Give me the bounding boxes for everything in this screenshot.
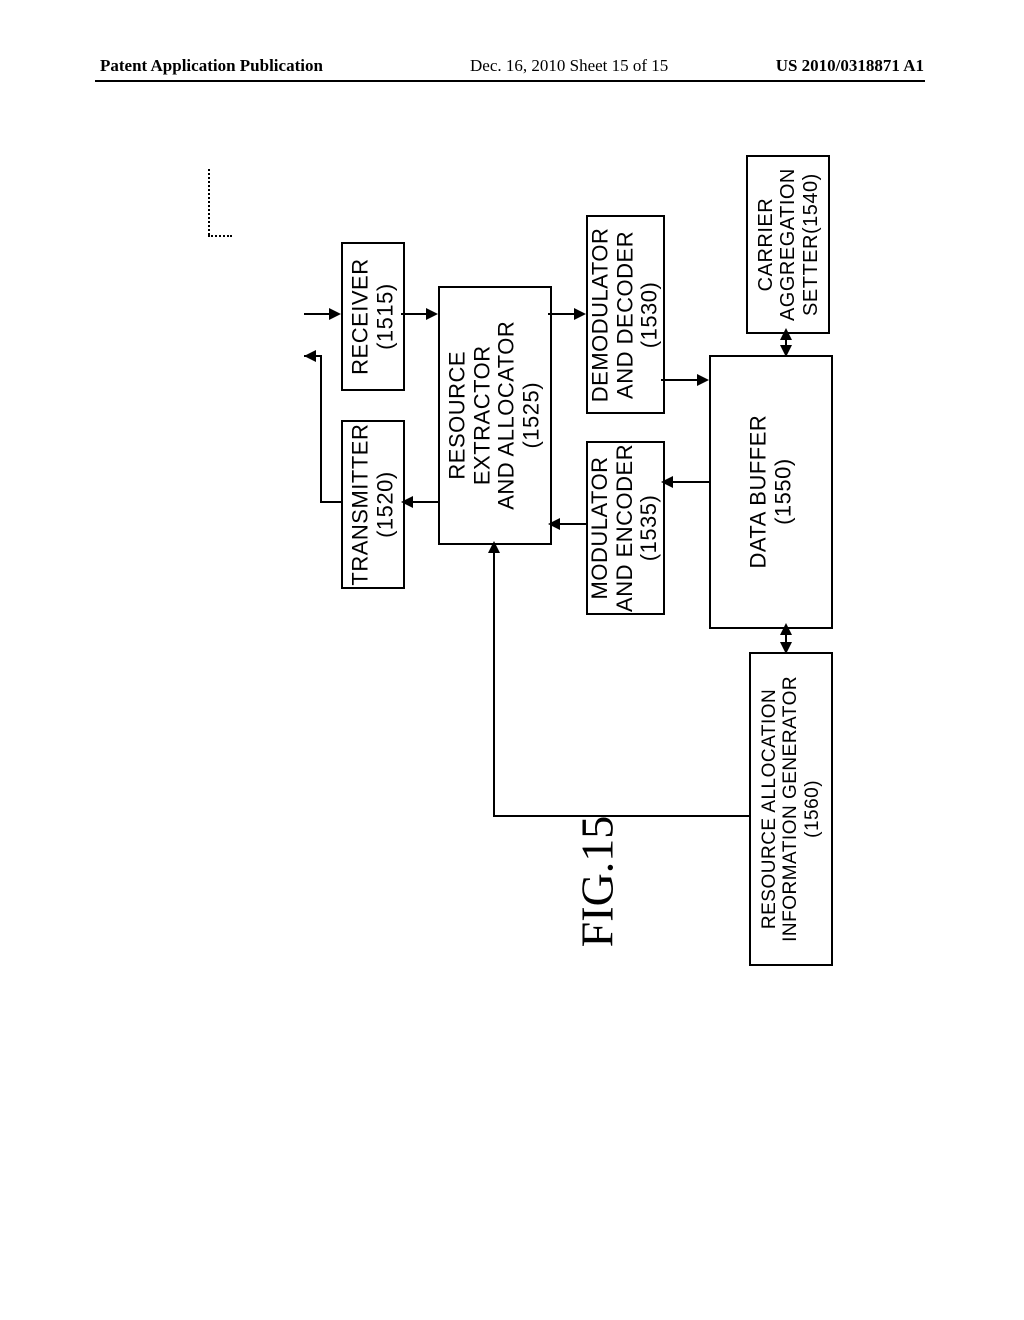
header-center-text: Dec. 16, 2010 Sheet 15 of 15 [470,56,668,76]
block-carrier: CARRIER AGGREGATION SETTER(1540) [746,155,830,334]
ah-car-down [780,345,792,357]
ah-car-up [780,328,792,340]
c-res-tx [411,501,438,503]
antenna-dotted [208,169,210,235]
label-carrier: CARRIER AGGREGATION SETTER(1540) [754,168,821,321]
c-demod-buf [661,379,699,381]
label-receiver: RECEIVER (1515) [348,258,397,374]
header-right-text: US 2010/0318871 A1 [776,56,924,76]
header-left-text: Patent Application Publication [100,56,323,76]
ah-res-tx [401,496,413,508]
block-transmitter: TRANSMITTER (1520) [341,420,405,589]
header-rule [95,80,925,82]
ah-buf-mod [661,476,673,488]
block-buffer: DATA BUFFER (1550) [709,355,833,629]
ah-res-demod [574,308,586,320]
ah-bufrai-up [780,623,792,635]
ah-demod-buf [697,374,709,386]
block-receiver: RECEIVER (1515) [341,242,405,391]
c-dup-tx-h2 [320,501,331,503]
ah-rai-res [488,541,500,553]
ah-recv-res [426,308,438,320]
label-resource: RESOURCE EXTRACTOR AND ALLOCATOR (1525) [446,321,545,510]
c-recv-res [401,313,428,315]
ah-bufrai-down [780,642,792,654]
ah-mod-res [548,518,560,530]
ah-dup-recv [329,308,341,320]
ah-tx-dup [304,350,316,362]
c-tx-left [331,501,341,503]
c-dup-tx-v [320,355,322,503]
label-transmitter: TRANSMITTER (1520) [348,424,397,586]
block-mod: MODULATOR AND ENCODER (1535) [586,441,665,615]
antenna-dotted-h [208,235,232,237]
diagram: TRANSCEIVER DUPLEXER (1510) RECEIVER (15… [186,155,846,1160]
c-buf-mod [671,481,709,483]
label-buffer: DATA BUFFER (1550) [746,415,795,569]
label-rai: RESOURCE ALLOCATION INFORMATION GENERATO… [759,676,823,942]
block-rai: RESOURCE ALLOCATION INFORMATION GENERATO… [749,652,833,966]
block-demod: DEMODULATOR AND DECODER (1530) [586,215,665,414]
c-rai-up [493,551,495,817]
c-res-demod [548,313,576,315]
label-mod: MODULATOR AND ENCODER (1535) [589,444,663,612]
block-resource: RESOURCE EXTRACTOR AND ALLOCATOR (1525) [438,286,552,545]
figure-label: FIG.15 [570,816,623,948]
label-demod: DEMODULATOR AND DECODER (1530) [589,227,663,402]
c-mod-res [558,523,586,525]
c-dup-recv [304,313,331,315]
